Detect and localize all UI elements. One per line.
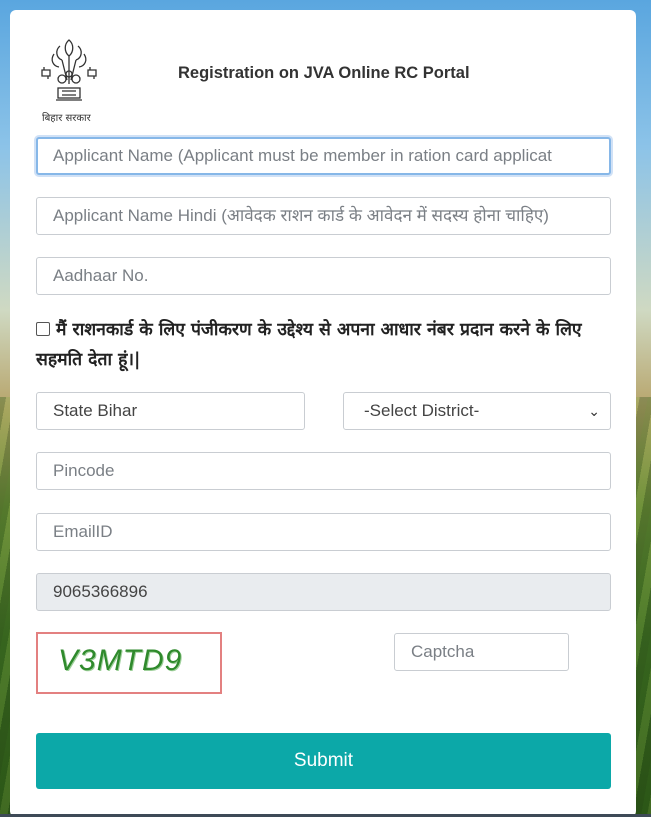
captcha-image: V3MTD9 (36, 632, 222, 694)
submit-button[interactable]: Submit (36, 733, 611, 789)
emblem-icon (41, 39, 97, 101)
page-title: Registration on JVA Online RC Portal (178, 64, 470, 82)
district-select-value: -Select District- (364, 401, 480, 420)
mobile-number-field: 9065366896 (36, 573, 611, 611)
captcha-input[interactable]: Captcha (394, 633, 569, 671)
pincode-input[interactable]: Pincode (36, 452, 611, 490)
chevron-down-icon: ⌄ (588, 403, 600, 419)
bihar-government-logo: बिहार सरकार (38, 34, 100, 124)
captcha-code: V3MTD9 (58, 644, 183, 677)
state-input[interactable]: State Bihar (36, 392, 305, 430)
district-select[interactable]: -Select District- ⌄ (343, 392, 611, 430)
applicant-name-hindi-input[interactable]: Applicant Name Hindi (आवेदक राशन कार्ड क… (36, 197, 611, 235)
consent-checkbox[interactable] (36, 321, 50, 336)
registration-card: बिहार सरकार Registration on JVA Online R… (10, 10, 636, 817)
applicant-name-input[interactable]: Applicant Name (Applicant must be member… (36, 137, 611, 175)
consent-label: मैं राशनकार्ड के लिए पंजीकरण के उद्देश्य… (36, 320, 582, 370)
aadhaar-input[interactable]: Aadhaar No. (36, 257, 611, 295)
logo-caption: बिहार सरकार (42, 113, 91, 124)
consent-row: मैं राशनकार्ड के लिए पंजीकरण के उद्देश्य… (36, 315, 616, 375)
email-input[interactable]: EmailID (36, 513, 611, 551)
